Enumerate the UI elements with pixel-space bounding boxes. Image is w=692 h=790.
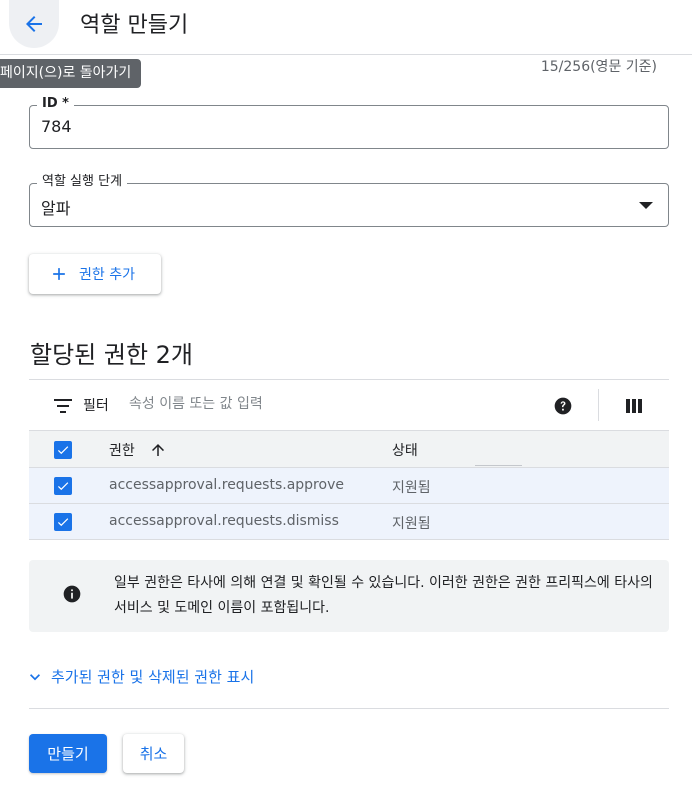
table-bottom-divider <box>29 539 669 540</box>
permission-status: 지원됨 <box>392 516 431 532</box>
char-count: 15/256(영문 기준) <box>540 59 657 75</box>
cancel-button[interactable]: 취소 <box>123 734 184 773</box>
expand-link-label: 추가된 권한 및 삭제된 권한 표시 <box>51 668 255 686</box>
plus-icon <box>49 264 69 284</box>
table-header: 권한 상태 <box>29 430 669 468</box>
id-field-value: 784 <box>41 117 72 136</box>
page-title: 역할 만들기 <box>80 13 189 38</box>
row-checkbox[interactable] <box>54 513 72 531</box>
table-row[interactable]: accessapproval.requests.dismiss 지원됨 <box>29 503 669 539</box>
column-resize-handle[interactable] <box>475 465 522 466</box>
help-icon[interactable] <box>553 396 573 420</box>
row-checkbox[interactable] <box>54 477 72 495</box>
checkmark-icon <box>57 518 69 527</box>
checkmark-icon <box>57 482 69 491</box>
header-divider <box>0 54 692 55</box>
role-stage-value: 알파 <box>41 199 71 218</box>
permission-column-header[interactable]: 권한 <box>109 440 135 460</box>
bottom-divider <box>29 708 669 709</box>
assigned-permissions-title: 할당된 권한 2개 <box>30 341 194 369</box>
role-stage-select[interactable]: 역할 실행 단계 알파 <box>29 173 669 227</box>
id-field-label: ID * <box>37 95 74 113</box>
role-stage-label: 역할 실행 단계 <box>37 173 128 191</box>
chevron-down-icon <box>25 667 45 687</box>
dropdown-arrow-icon <box>639 202 653 209</box>
checkmark-icon <box>57 446 69 455</box>
create-button[interactable]: 만들기 <box>29 734 107 773</box>
filter-top-divider <box>29 379 669 380</box>
id-field[interactable]: ID * 784 <box>29 95 669 149</box>
table-row[interactable]: accessapproval.requests.approve 지원됨 <box>29 467 669 503</box>
select-all-checkbox[interactable] <box>54 441 72 459</box>
permission-name: accessapproval.requests.approve <box>109 477 344 493</box>
filter-icon[interactable] <box>54 398 72 417</box>
info-text: 일부 권한은 타사에 의해 연결 및 확인될 수 있습니다. 이러한 권한은 권… <box>114 575 653 616</box>
arrow-back-icon <box>26 16 42 32</box>
back-button[interactable] <box>9 0 59 48</box>
back-tooltip: 페이지(으)로 돌아가기 <box>0 59 142 88</box>
status-column-header[interactable]: 상태 <box>392 440 418 460</box>
add-permission-label: 권한 추가 <box>79 267 135 283</box>
permission-status: 지원됨 <box>392 480 431 496</box>
permission-name: accessapproval.requests.dismiss <box>109 513 339 529</box>
toolbar-divider <box>598 389 599 421</box>
column-display-icon[interactable] <box>626 398 642 417</box>
filter-input[interactable] <box>129 392 429 416</box>
filter-label: 필터 <box>83 398 109 414</box>
add-permission-button[interactable]: 권한 추가 <box>29 254 161 294</box>
info-icon <box>62 584 82 608</box>
show-added-removed-permissions-link[interactable]: 추가된 권한 및 삭제된 권한 표시 <box>25 666 254 687</box>
sort-arrow-up-icon[interactable] <box>149 441 167 463</box>
info-banner: 일부 권한은 타사에 의해 연결 및 확인될 수 있습니다. 이러한 권한은 권… <box>29 560 669 632</box>
